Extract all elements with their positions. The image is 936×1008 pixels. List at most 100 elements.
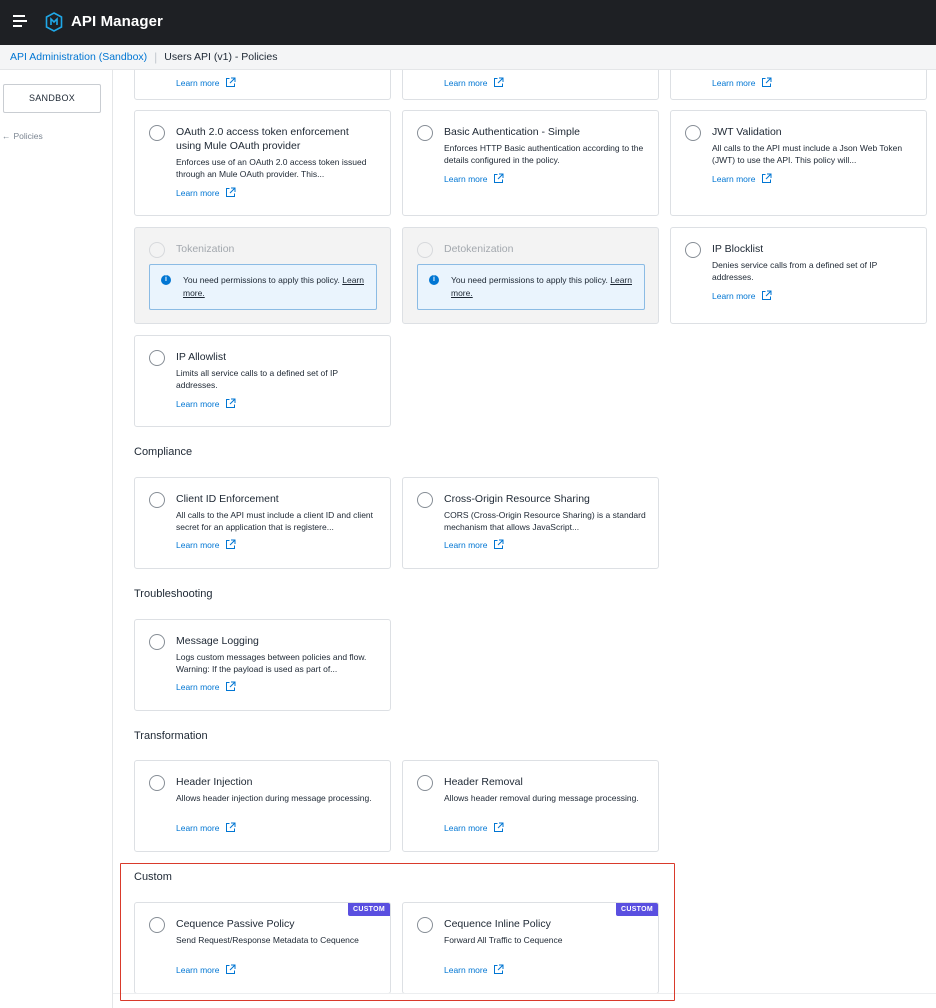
policy-radio[interactable] [417,125,433,141]
policy-card-tokenization: Tokenization i You need permissions to a… [134,227,391,324]
breadcrumb-current: Users API (v1) - Policies [164,51,278,63]
breadcrumb-root-link[interactable]: API Administration (Sandbox) [10,51,147,63]
external-link-icon [226,187,236,197]
policy-radio[interactable] [149,125,165,141]
policy-radio[interactable] [685,242,701,258]
policy-title: Cequence Inline Policy [444,918,551,930]
policy-description: Allows header removal during message pro… [444,793,639,803]
learn-more-link[interactable]: Learn more [712,77,772,88]
policy-title: JWT Validation [712,126,782,138]
policy-title: Cequence Passive Policy [176,918,295,930]
policy-radio[interactable] [685,125,701,141]
learn-more-link[interactable]: Learn more [712,290,772,301]
menu-icon[interactable] [13,15,27,29]
policy-card-basic-auth[interactable]: Basic Authentication - Simple Enforces H… [402,110,659,216]
section-title-compliance: Compliance [134,446,193,458]
policy-radio[interactable] [149,775,165,791]
learn-more-link[interactable]: Learn more [176,539,236,550]
policy-radio[interactable] [149,917,165,933]
external-link-icon [226,539,236,549]
learn-more-link[interactable]: Learn more [176,187,236,198]
policy-description: Forward All Traffic to Cequence [444,935,563,945]
policy-card-jwt[interactable]: JWT Validation All calls to the API must… [670,110,927,216]
section-title-troubleshooting: Troubleshooting [134,588,213,600]
learn-more-link[interactable]: Learn more [176,398,236,409]
policy-title: Cross-Origin Resource Sharing [444,493,590,505]
learn-more-link[interactable]: Learn more [444,539,504,550]
learn-more-label: Learn more [444,539,488,550]
learn-more-link[interactable]: Learn more [444,964,504,975]
learn-more-label: Learn more [176,77,220,88]
policy-card-cequence-inline[interactable]: CUSTOM Cequence Inline Policy Forward Al… [402,902,659,994]
policy-radio [417,242,433,258]
learn-more-link[interactable]: Learn more [176,681,236,692]
back-link-label: Policies [13,131,43,141]
policy-radio[interactable] [417,492,433,508]
policy-title: Message Logging [176,635,259,647]
divider [113,993,936,994]
policy-radio[interactable] [149,492,165,508]
arrow-left-icon: ← [2,131,11,141]
learn-more-link[interactable]: Learn more [176,964,236,975]
learn-more-label: Learn more [444,822,488,833]
policy-card-header-removal[interactable]: Header Removal Allows header removal dur… [402,760,659,852]
policy-radio[interactable] [149,634,165,650]
policy-card-header-injection[interactable]: Header Injection Allows header injection… [134,760,391,852]
custom-badge: CUSTOM [347,903,390,916]
section-title-custom: Custom [134,871,172,883]
policy-card-client-id[interactable]: Client ID Enforcement All calls to the A… [134,477,391,569]
learn-more-link[interactable]: Learn more [176,822,236,833]
policy-title: Header Injection [176,776,253,788]
policy-card-oauth[interactable]: OAuth 2.0 access token enforcement using… [134,110,391,216]
policy-card[interactable]: Learn more [670,70,927,100]
policy-card[interactable]: Learn more [134,70,391,100]
learn-more-label: Learn more [712,77,756,88]
permission-text: You need permissions to apply this polic… [183,274,366,300]
custom-badge: CUSTOM [615,903,658,916]
policy-title: Basic Authentication - Simple [444,126,580,138]
policy-card-message-logging[interactable]: Message Logging Logs custom messages bet… [134,619,391,711]
learn-more-link[interactable]: Learn more [176,77,236,88]
policy-card-ip-allowlist[interactable]: IP Allowlist Limits all service calls to… [134,335,391,427]
policy-description: Limits all service calls to a defined se… [176,368,338,390]
external-link-icon [494,964,504,974]
breadcrumb-separator: | [154,50,158,64]
policy-card-cequence-passive[interactable]: CUSTOM Cequence Passive Policy Send Requ… [134,902,391,994]
policy-title: IP Blocklist [712,243,764,255]
policy-title: Tokenization [176,243,235,255]
policy-list: Learn more Learn more Learn more OAuth 2… [113,70,936,1008]
external-link-icon [494,77,504,87]
learn-more-link[interactable]: Learn more [712,173,772,184]
policy-card-ip-blocklist[interactable]: IP Blocklist Denies service calls from a… [670,227,927,324]
external-link-icon [226,681,236,691]
learn-more-label: Learn more [176,964,220,975]
learn-more-label: Learn more [712,290,756,301]
policy-description: All calls to the API must include a clie… [176,510,374,532]
policy-description: Send Request/Response Metadata to Cequen… [176,935,359,945]
app-title: API Manager [71,13,163,30]
policy-radio[interactable] [417,917,433,933]
policy-radio[interactable] [417,775,433,791]
learn-more-link[interactable]: Learn more [444,822,504,833]
environment-button[interactable]: SANDBOX [3,84,101,113]
learn-more-label: Learn more [712,173,756,184]
info-icon: i [429,275,439,285]
learn-more-label: Learn more [444,173,488,184]
policy-description: All calls to the API must include a Json… [712,143,903,165]
learn-more-label: Learn more [444,964,488,975]
permission-message: You need permissions to apply this polic… [183,275,340,285]
learn-more-link[interactable]: Learn more [444,173,504,184]
section-title-transformation: Transformation [134,730,208,742]
policy-card[interactable]: Learn more [402,70,659,100]
back-to-policies-link[interactable]: ← Policies [2,131,43,141]
external-link-icon [762,173,772,183]
external-link-icon [226,77,236,87]
policy-title: OAuth 2.0 access token enforcement using… [176,126,349,152]
learn-more-link[interactable]: Learn more [444,77,504,88]
policy-card-cors[interactable]: Cross-Origin Resource Sharing CORS (Cros… [402,477,659,569]
learn-more-label: Learn more [176,822,220,833]
top-bar: API Manager [0,0,936,45]
policy-title: Client ID Enforcement [176,493,279,505]
policy-radio[interactable] [149,350,165,366]
policy-description: Denies service calls from a defined set … [712,260,878,282]
